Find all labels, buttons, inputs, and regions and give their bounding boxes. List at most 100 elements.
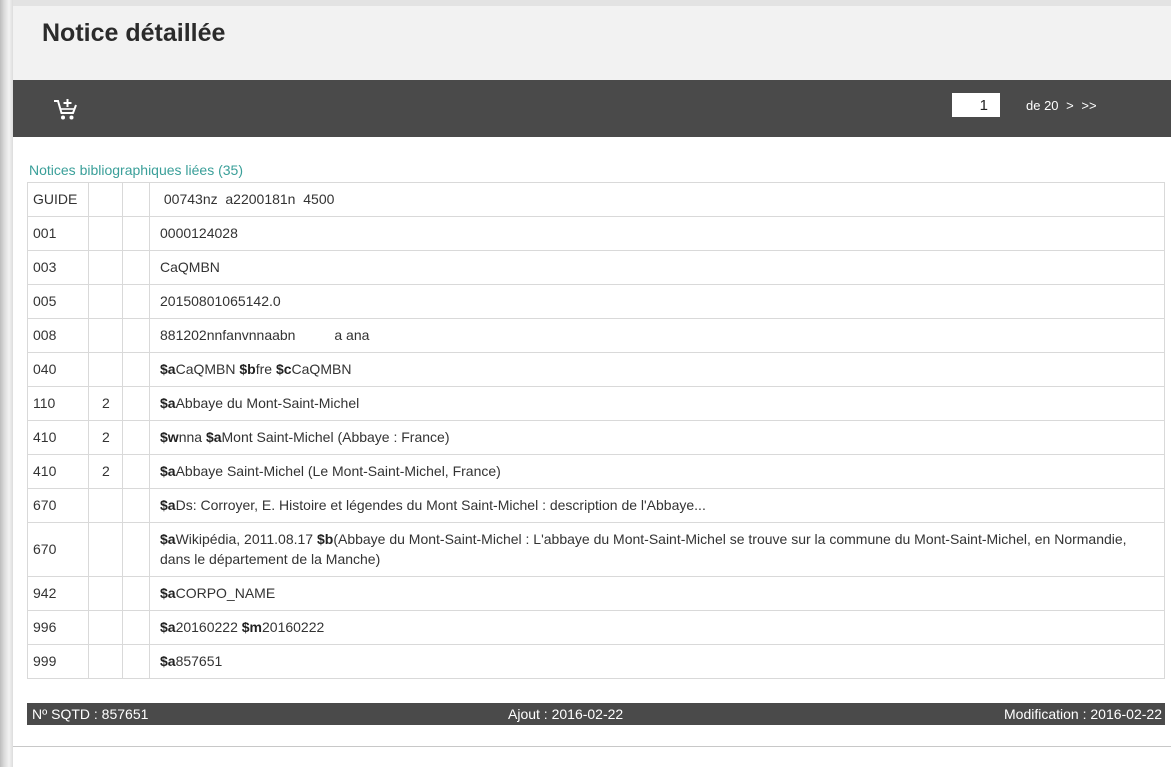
marc-tag: 942 bbox=[27, 576, 89, 611]
marc-field-value: 881202nnfanvnnaabn a ana bbox=[149, 318, 1165, 353]
marc-indicator-1 bbox=[88, 182, 123, 217]
add-to-cart-icon[interactable] bbox=[53, 98, 79, 122]
last-page-link[interactable]: >> bbox=[1081, 98, 1096, 113]
subfield-code: $a bbox=[160, 361, 176, 377]
marc-indicator-1 bbox=[88, 216, 123, 251]
marc-tag: 008 bbox=[27, 318, 89, 353]
marc-indicator-1 bbox=[88, 352, 123, 387]
marc-indicator-1 bbox=[88, 318, 123, 353]
marc-field-value: $aDs: Corroyer, E. Histoire et légendes … bbox=[149, 488, 1165, 523]
page-number-input[interactable] bbox=[952, 93, 1000, 117]
subfield-text: 857651 bbox=[175, 653, 223, 669]
marc-indicator-1 bbox=[88, 284, 123, 319]
subfield-text: 0000124028 bbox=[160, 225, 238, 241]
modified-date: Modification : 2016-02-22 bbox=[1004, 706, 1162, 722]
marc-tag: 110 bbox=[27, 386, 89, 421]
subfield-code: $a bbox=[160, 585, 176, 601]
marc-field-value: $aAbbaye du Mont-Saint-Michel bbox=[149, 386, 1165, 421]
marc-field-row: 942 $aCORPO_NAME bbox=[27, 576, 1165, 611]
marc-indicator-1 bbox=[88, 610, 123, 645]
subfield-code: $w bbox=[160, 429, 179, 445]
subfield-text: CORPO_NAME bbox=[175, 585, 276, 601]
subfield-text: 20160222 bbox=[175, 619, 242, 635]
marc-indicator-1 bbox=[88, 488, 123, 523]
marc-indicator-2 bbox=[122, 488, 150, 523]
marc-indicator-2 bbox=[122, 182, 150, 217]
subfield-text: nna bbox=[178, 429, 206, 445]
marc-indicator-2 bbox=[122, 386, 150, 421]
subfield-text: Mont Saint-Michel (Abbaye : France) bbox=[221, 429, 450, 445]
subfield-code: $a bbox=[205, 429, 222, 445]
window-left-border bbox=[0, 0, 13, 767]
marc-indicator-2 bbox=[122, 284, 150, 319]
subfield-code: $a bbox=[160, 531, 176, 547]
subfield-code: $a bbox=[160, 463, 176, 479]
subfield-code: $b bbox=[239, 361, 256, 377]
marc-tag: 001 bbox=[27, 216, 89, 251]
marc-indicator-1: 2 bbox=[88, 454, 123, 489]
marc-indicator-2 bbox=[122, 454, 150, 489]
subfield-text: Ds: Corroyer, E. Histoire et légendes du… bbox=[175, 497, 706, 513]
subfield-text: Abbaye du Mont-Saint-Michel bbox=[175, 395, 360, 411]
marc-tag: 670 bbox=[27, 522, 89, 577]
marc-tag: 670 bbox=[27, 488, 89, 523]
marc-tag: 996 bbox=[27, 610, 89, 645]
marc-field-value: $aAbbaye Saint-Michel (Le Mont-Saint-Mic… bbox=[149, 454, 1165, 489]
marc-field-value: CaQMBN bbox=[149, 250, 1165, 285]
subfield-text: 20150801065142.0 bbox=[160, 293, 281, 309]
marc-field-row: 003 CaQMBN bbox=[27, 250, 1165, 285]
subfield-text: fre bbox=[255, 361, 276, 377]
marc-field-row: 999 $a857651 bbox=[27, 644, 1165, 679]
subfield-text: CaQMBN bbox=[175, 361, 240, 377]
marc-tag: 410 bbox=[27, 454, 89, 489]
marc-field-value: $aWikipédia, 2011.08.17 $b(Abbaye du Mon… bbox=[149, 522, 1165, 577]
marc-field-row: 110 2 $aAbbaye du Mont-Saint-Michel bbox=[27, 386, 1165, 421]
marc-field-value: 20150801065142.0 bbox=[149, 284, 1165, 319]
page-title: Notice détaillée bbox=[42, 19, 226, 47]
marc-indicator-1: 2 bbox=[88, 420, 123, 455]
marc-indicator-2 bbox=[122, 352, 150, 387]
subfield-text: Wikipédia, 2011.08.17 bbox=[175, 531, 317, 547]
next-page-link[interactable]: > bbox=[1066, 98, 1074, 113]
marc-indicator-2 bbox=[122, 610, 150, 645]
marc-field-row: 040 $aCaQMBN $bfre $cCaQMBN bbox=[27, 352, 1165, 387]
subfield-text: Abbaye Saint-Michel (Le Mont-Saint-Miche… bbox=[175, 463, 501, 479]
pagination: de 20 > >> bbox=[1026, 98, 1101, 113]
subfield-code: $a bbox=[160, 497, 176, 513]
marc-field-value: $wnna $aMont Saint-Michel (Abbaye : Fran… bbox=[149, 420, 1165, 455]
subfield-text: 00743nz a2200181n 4500 bbox=[160, 191, 335, 207]
marc-indicator-1 bbox=[88, 522, 123, 577]
subfield-text: CaQMBN bbox=[291, 361, 352, 377]
page-total-label: de 20 bbox=[1026, 98, 1059, 113]
marc-indicator-2 bbox=[122, 576, 150, 611]
marc-field-value: 0000124028 bbox=[149, 216, 1165, 251]
record-toolbar: de 20 > >> bbox=[13, 80, 1171, 137]
divider bbox=[13, 746, 1171, 747]
marc-tag: 003 bbox=[27, 250, 89, 285]
subfield-text: CaQMBN bbox=[160, 259, 220, 275]
subfield-code: $m bbox=[241, 619, 262, 635]
marc-field-value: $a20160222 $m20160222 bbox=[149, 610, 1165, 645]
marc-tag: GUIDE bbox=[27, 182, 89, 217]
marc-tag: 410 bbox=[27, 420, 89, 455]
subfield-code: $a bbox=[160, 653, 176, 669]
subfield-text: 881202nnfanvnnaabn a ana bbox=[160, 327, 370, 343]
subfield-code: $c bbox=[275, 361, 292, 377]
marc-field-row: 410 2 $aAbbaye Saint-Michel (Le Mont-Saint… bbox=[27, 454, 1165, 489]
marc-field-value: 00743nz a2200181n 4500 bbox=[149, 182, 1165, 217]
linked-records-link[interactable]: Notices bibliographiques liées (35) bbox=[29, 162, 243, 178]
marc-indicator-1: 2 bbox=[88, 386, 123, 421]
marc-tag: 040 bbox=[27, 352, 89, 387]
marc-indicator-2 bbox=[122, 318, 150, 353]
marc-field-row: 410 2 $wnna $aMont Saint-Michel (Abbaye : … bbox=[27, 420, 1165, 455]
marc-field-value: $aCaQMBN $bfre $cCaQMBN bbox=[149, 352, 1165, 387]
marc-indicator-2 bbox=[122, 644, 150, 679]
page-header: Notice détaillée bbox=[13, 6, 1171, 80]
marc-field-row: 005 20150801065142.0 bbox=[27, 284, 1165, 319]
marc-indicator-2 bbox=[122, 216, 150, 251]
marc-tag: 005 bbox=[27, 284, 89, 319]
marc-indicator-2 bbox=[122, 250, 150, 285]
marc-indicator-1 bbox=[88, 250, 123, 285]
marc-field-value: $aCORPO_NAME bbox=[149, 576, 1165, 611]
sqtd-number: Nº SQTD : 857651 bbox=[32, 706, 149, 722]
